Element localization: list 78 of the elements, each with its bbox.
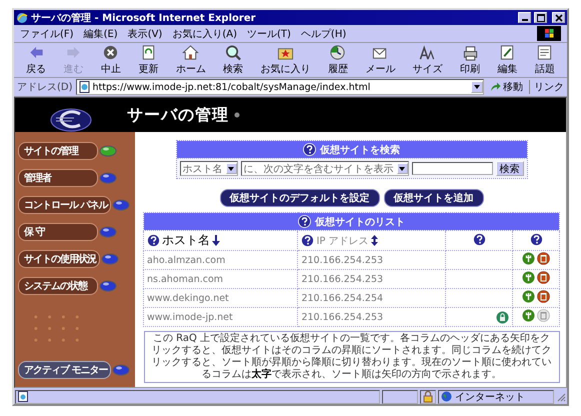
menu-item[interactable]: ヘルプ(H) [300, 26, 346, 40]
toolbar-button[interactable]: サイズ [404, 44, 451, 76]
search-field[interactable] [412, 162, 492, 175]
toolbar-button[interactable]: 話題 [526, 44, 564, 76]
menu-item[interactable]: 編集(E) [84, 26, 118, 40]
minimize-icon [522, 19, 528, 21]
table-cell: aho.almzan.com [147, 254, 226, 266]
minimize-button[interactable] [518, 12, 531, 23]
search-icon [224, 44, 243, 61]
menu-item[interactable]: 表示(V) [128, 26, 162, 40]
search-button[interactable]: 検索 [496, 161, 524, 176]
resize-grip-icon[interactable] [556, 392, 566, 402]
help-icon[interactable] [530, 232, 542, 246]
help-icon[interactable] [472, 232, 486, 246]
field-select[interactable]: ホスト名 [180, 161, 238, 176]
trash-icon[interactable] [537, 290, 550, 303]
zone-label: インターネット [455, 390, 525, 404]
sort-down-arrow-icon[interactable] [212, 235, 220, 246]
toolbar-button[interactable]: お気に入り [252, 44, 319, 76]
status-dot-icon [112, 364, 130, 376]
dropdown-button[interactable] [471, 81, 483, 93]
dot-icon [234, 112, 240, 118]
toolbar-button[interactable]: 検索 [214, 44, 252, 76]
toolbar-button[interactable]: 編集 [489, 44, 526, 76]
address-field[interactable]: https://www.imode-jp.net:81/cobalt/sysManage/index.html [76, 79, 484, 95]
toolbar-button[interactable]: 印刷 [452, 44, 488, 76]
table-cell: ns.ahoman.com [147, 274, 224, 284]
menu-item[interactable]: ツール(T) [247, 26, 291, 40]
table-cell: www.dekingo.net [147, 292, 229, 304]
caret-icon [228, 166, 234, 170]
arrow-icon [490, 82, 501, 92]
flag-logo-icon [537, 26, 561, 41]
browser-logo-icon [16, 12, 28, 24]
maximize-icon [536, 14, 544, 22]
home-icon [181, 44, 200, 61]
help-icon[interactable] [301, 234, 314, 247]
toolbar-button[interactable]: 中止 [92, 44, 130, 76]
toolbar-button[interactable]: メール [357, 44, 404, 76]
action-button[interactable]: 仮想サイトのデフォルトを設定 [220, 189, 380, 207]
help-note: この RaQ 上で設定されている仮想サイトの一覧です。各コラムのヘッダにある矢印をクリックすると、仮想サイトはそのコラムの昇順にソートされます。同じコラムを続けてクリックすると、ソート順が昇順から降順に切り替わります。現在のソート順に使われているコラムは太字で表示され、ソート順は矢印の方向で示されます。 [144, 331, 560, 383]
table-cell: 210.166.254.254 [301, 292, 384, 304]
window-title: サーバの管理 - Microsoft Internet Explorer [31, 12, 257, 24]
help-icon[interactable] [147, 234, 160, 247]
trash-icon[interactable] [537, 252, 550, 265]
maximize-button[interactable] [534, 12, 547, 23]
table-cell: www.imode-jp.net [147, 312, 233, 322]
address-label: アドレス(D) [17, 81, 73, 94]
help-icon[interactable] [298, 215, 311, 228]
logo-icon [50, 106, 92, 132]
toolbar-button[interactable]: 履歴 [320, 44, 356, 76]
toolbar-button[interactable]: 更新 [130, 44, 167, 76]
go-button[interactable]: 移動 [487, 80, 526, 94]
table-title: 仮想サイトのリスト [315, 216, 405, 228]
table-cell: 210.166.254.253 [301, 254, 384, 266]
menu-item[interactable]: ファイル(F) [20, 26, 74, 40]
page-title: サーバの管理 [127, 104, 229, 126]
caret-icon [399, 166, 405, 170]
history-clock-icon [328, 44, 348, 61]
page-icon [78, 81, 90, 93]
trash-icon[interactable] [537, 271, 550, 284]
action-button[interactable]: 仮想サイトを追加 [384, 189, 484, 207]
toolbar-button[interactable]: ホーム [168, 44, 214, 76]
table-cell: 210.166.254.253 [301, 312, 384, 322]
help-icon[interactable] [303, 143, 316, 156]
close-icon [554, 14, 562, 22]
globe-icon [441, 391, 452, 402]
links-label[interactable]: リンク [529, 80, 564, 94]
condition-select[interactable]: に、次の文字を含むサイトを表示 [240, 161, 408, 176]
page-icon [18, 391, 28, 402]
menu-item[interactable]: お気に入り(A) [172, 26, 237, 40]
status-panel [382, 390, 418, 404]
sort-up-down-arrow-icon[interactable] [370, 235, 378, 246]
close-button[interactable] [552, 12, 565, 23]
lock-icon [423, 390, 433, 402]
table-cell: 210.166.254.253 [301, 274, 384, 284]
toolbar-button[interactable]: 戻る [18, 44, 54, 76]
panel-title: 仮想サイトを検索 [320, 144, 400, 156]
caret-icon [474, 85, 480, 89]
